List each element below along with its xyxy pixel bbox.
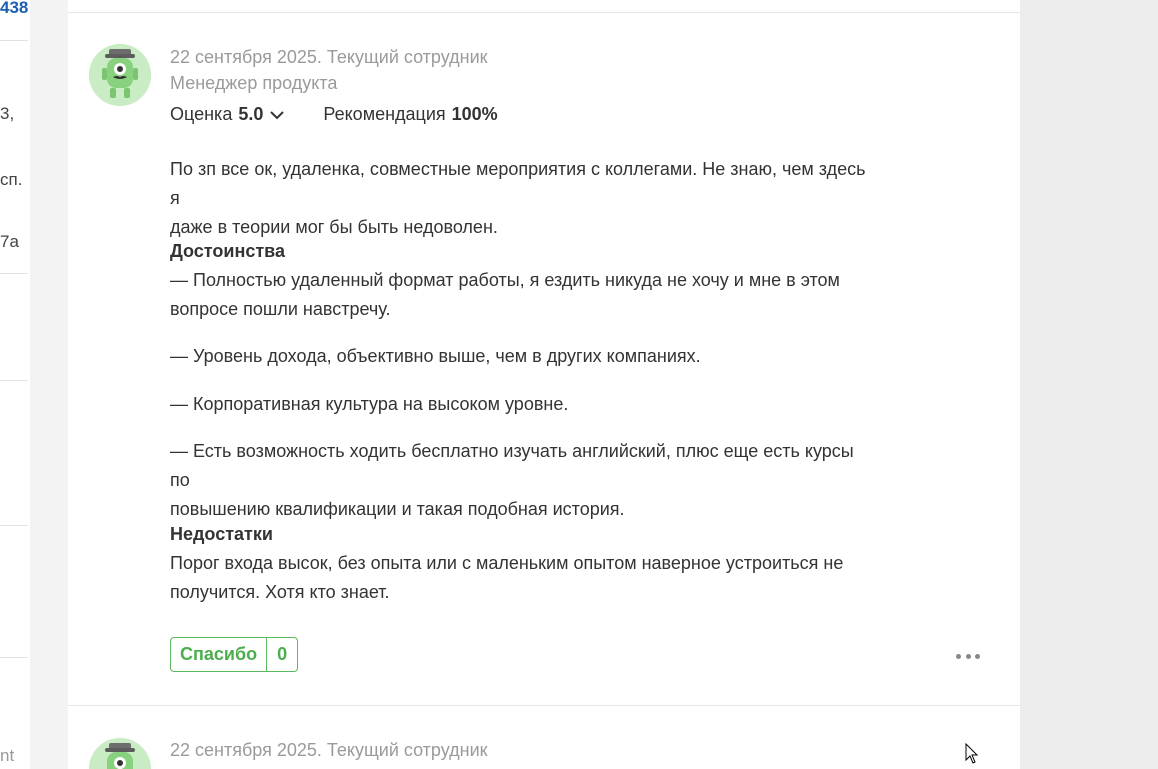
review-role: Менеджер продукта: [170, 73, 338, 93]
left-text-fragment: 7а: [0, 232, 19, 251]
review-date-status: 22 сентября 2025. Текущий сотрудник: [170, 47, 488, 67]
left-divider: [0, 380, 28, 381]
rating-label: Оценка: [170, 104, 233, 124]
dot: [965, 653, 971, 659]
left-divider: [0, 525, 28, 526]
left-link-fragment[interactable]: 438: [0, 0, 28, 18]
pros-item: — Корпоративная культура на высоком уров…: [170, 394, 569, 414]
pros-section: Достоинства — Полностью удаленный формат…: [170, 237, 870, 324]
recommendation-value: 100%: [451, 104, 498, 124]
review-divider: [68, 12, 1020, 13]
left-text-fragment: 3,: [0, 104, 15, 123]
left-text-fragment: сп.: [0, 170, 23, 189]
cons-line: Порог входа высок, без опыта или с мален…: [170, 553, 844, 573]
rating-value[interactable]: 5.0: [238, 104, 263, 125]
dot: [956, 653, 961, 659]
more-dots-icon[interactable]: [956, 651, 980, 661]
left-divider: [0, 273, 28, 274]
left-divider: [0, 40, 28, 41]
cons-line: получится. Хотя кто знает.: [170, 582, 390, 602]
review-ratings: Оценка 5.0 Рекомендация 100%: [170, 104, 498, 125]
left-text-fragment: nt: [0, 746, 15, 765]
chevron-down-icon[interactable]: [269, 107, 285, 123]
dot: [975, 653, 980, 659]
robot-avatar-icon: [89, 44, 151, 106]
left-divider: [0, 657, 28, 658]
left-sidebar: 438 3, сп. 7а nt: [0, 0, 30, 769]
mouse-cursor-icon: [965, 742, 979, 765]
review-date-status: 22 сентября 2025. Текущий сотрудник: [170, 740, 488, 760]
thanks-label: Спасибо: [180, 644, 258, 664]
cons-title: Недостатки: [170, 524, 273, 544]
reviews-column: 22 сентября 2025. Текущий сотрудник Мене…: [68, 0, 1020, 769]
pros-item-line: — Есть возможность ходить бесплатно изуч…: [170, 441, 854, 490]
summary-line: По зп все ок, удаленка, совместные мероп…: [170, 159, 866, 208]
pros-item: вопросе пошли навстречу.: [170, 299, 391, 319]
robot-avatar-icon: [89, 738, 151, 769]
gutter: [30, 0, 68, 769]
review-body: По зп все ок, удаленка, совместные мероп…: [170, 155, 870, 242]
recommendation-label: Рекомендация: [323, 104, 446, 124]
thanks-button[interactable]: Спасибо 0: [170, 637, 299, 672]
review-divider: [68, 705, 1020, 706]
right-background: [1020, 0, 1158, 769]
thanks-count: 0: [266, 638, 297, 671]
pros-title: Достоинства: [170, 241, 285, 261]
pros-item: — Уровень дохода, объективно выше, чем в…: [170, 346, 701, 366]
pros-item: — Полностью удаленный формат работы, я е…: [170, 270, 840, 290]
cons-section: Недостатки Порог входа высок, без опыта …: [170, 520, 870, 607]
pros-item: — Есть возможность ходить бесплатно изуч…: [170, 437, 870, 524]
